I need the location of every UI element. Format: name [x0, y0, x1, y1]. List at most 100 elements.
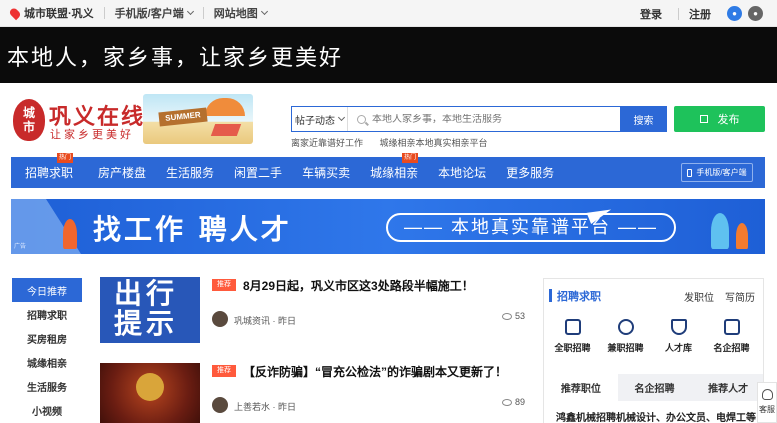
company-icon	[723, 319, 740, 335]
shortcut-parttime[interactable]: 兼职招聘	[601, 319, 650, 354]
shortcut-talent-pool[interactable]: 人才库	[654, 319, 703, 354]
mobile-client-label: 手机版/客户端	[114, 8, 184, 20]
list-item[interactable]: 推荐 【反诈防骗】“冒充公检法”的诈骗剧本又更新了！ 上善若水 · 昨日 89	[100, 363, 528, 423]
list-item[interactable]: 出行提示 推荐 8月29日起，巩义市区这3处路段半幅施工！ 巩城资讯 · 昨日 …	[100, 277, 528, 347]
section-marker	[549, 289, 552, 302]
login-link[interactable]: 登录	[640, 6, 662, 22]
logo-badge-bottom: 市	[22, 120, 35, 134]
hot-term[interactable]: 离家近靠谱好工作	[291, 138, 363, 148]
summer-illustration: SUMMER	[143, 94, 253, 144]
chevron-down-icon	[260, 7, 268, 16]
mobile-client-menu[interactable]: 手机版/客户端	[114, 5, 194, 21]
post-job-link[interactable]: 发职位	[684, 289, 714, 304]
main-nav: 招聘求职 热门 房产楼盘 生活服务 闲置二手 车辆买卖 城缘相亲 热门 本地论坛…	[11, 153, 765, 188]
hot-term[interactable]: 城缘相亲本地真实相亲平台	[380, 138, 488, 148]
article-time: 昨日	[278, 402, 297, 412]
search-input[interactable]	[372, 113, 620, 125]
shortcut-label: 兼职招聘	[607, 343, 644, 353]
tree-icon	[711, 213, 729, 249]
tab-recommended-talent[interactable]: 推荐人才	[691, 374, 763, 401]
search-bar: 帖子动态 搜索	[291, 106, 667, 132]
tab-top-companies[interactable]: 名企招聘	[618, 374, 692, 401]
location-pin-icon	[8, 6, 22, 20]
write-resume-link[interactable]: 写简历	[725, 289, 755, 304]
city-switcher[interactable]: 城市联盟·巩义	[8, 5, 94, 21]
divider	[103, 7, 105, 19]
recruit-panel-title[interactable]: 招聘求职	[557, 288, 601, 304]
top-bar: 城市联盟·巩义 手机版/客户端 网站地图 登录 注册 ● ●	[0, 0, 777, 27]
nav-item-second-hand[interactable]: 闲置二手	[234, 164, 282, 181]
ad-slogan-pill: —— 本地真实靠谱平台 ——	[386, 213, 677, 242]
divider	[678, 7, 679, 20]
user-clock-icon	[617, 319, 634, 335]
sitemap-label: 网站地图	[213, 8, 258, 20]
sitemap-menu[interactable]: 网站地图	[213, 5, 268, 21]
slogan-banner: 本地人，家乡事，让家乡更美好	[0, 27, 777, 83]
chevron-down-icon	[186, 7, 194, 16]
nav-item-dating[interactable]: 城缘相亲 热门	[370, 153, 419, 181]
nav-item-life-services[interactable]: 生活服务	[166, 164, 214, 181]
tab-recommended-jobs[interactable]: 推荐职位	[544, 374, 618, 401]
wechat-login-icon[interactable]: ●	[727, 6, 742, 21]
nav-item-housing[interactable]: 房产楼盘	[98, 164, 146, 181]
article-title[interactable]: 【反诈防骗】“冒充公检法”的诈骗剧本又更新了！	[243, 363, 507, 380]
nav-item-vehicles[interactable]: 车辆买卖	[302, 164, 350, 181]
article-meta: 巩城资讯 · 昨日	[234, 316, 297, 326]
city-label: 城市联盟·巩义	[24, 8, 94, 20]
recruit-panel: 招聘求职 发职位 写简历 全职招聘 兼职招聘 人才库 名企招聘 推荐职位 名企招…	[543, 278, 764, 423]
article-thumbnail[interactable]: 出行提示	[100, 277, 200, 343]
side-nav-dating[interactable]: 城缘相亲	[12, 350, 82, 374]
shortcut-label: 全职招聘	[554, 343, 591, 353]
hot-badge: 热门	[402, 153, 419, 163]
shortcut-label: 名企招聘	[713, 343, 750, 353]
briefcase-icon	[564, 319, 581, 335]
qq-login-icon[interactable]: ●	[748, 6, 763, 21]
register-link[interactable]: 注册	[689, 6, 711, 22]
side-nav-short-video[interactable]: 小视频	[12, 398, 82, 422]
nav-item-more[interactable]: 更多服务	[506, 164, 554, 181]
police-emblem-icon	[136, 373, 164, 401]
beach-chair-icon	[210, 124, 242, 136]
customer-service-label: 客服	[759, 405, 775, 414]
article-title[interactable]: 8月29日起，巩义市区这3处路段半幅施工！	[243, 277, 474, 294]
side-nav-housing[interactable]: 买房租房	[12, 326, 82, 350]
client-download-button[interactable]: 手机版/客户端	[681, 163, 753, 182]
search-button[interactable]: 搜索	[620, 106, 667, 132]
tree-icon	[63, 219, 77, 249]
nav-item-jobs[interactable]: 招聘求职 热门	[25, 153, 74, 181]
article-meta: 上善若水 · 昨日	[234, 402, 297, 412]
article-author: 巩城资讯	[234, 316, 271, 326]
ad-headline: 找工作 聘人才	[93, 213, 292, 246]
avatar	[212, 397, 228, 413]
tree-icon	[736, 223, 748, 249]
site-logo-subtitle: 让家乡更美好	[50, 129, 134, 141]
article-thumbnail[interactable]	[100, 363, 200, 423]
ad-tag: 广告	[14, 244, 27, 250]
side-nav-today[interactable]: 今日推荐	[12, 278, 82, 302]
job-listing[interactable]: 鸿鑫机械招聘机械设计、办公文员、电焊工等	[556, 409, 756, 423]
logo-badge-top: 城	[22, 106, 35, 120]
nav-item-forum[interactable]: 本地论坛	[438, 164, 486, 181]
search-icon	[357, 114, 366, 124]
shortcut-label: 人才库	[664, 343, 692, 353]
recruit-shortcuts: 全职招聘 兼职招聘 人才库 名企招聘	[544, 319, 763, 354]
ad-banner[interactable]: 找工作 聘人才 —— 本地真实靠谱平台 —— 广告	[11, 199, 765, 254]
divider	[202, 7, 204, 19]
search-type-select[interactable]: 帖子动态	[292, 107, 348, 131]
recruit-panel-header: 招聘求职 发职位 写简历	[544, 279, 763, 313]
shortcut-fulltime[interactable]: 全职招聘	[548, 319, 597, 354]
customer-service-button[interactable]: 客服	[757, 382, 777, 423]
shortcut-top-companies[interactable]: 名企招聘	[707, 319, 756, 354]
publish-label: 发布	[717, 114, 740, 126]
side-nav-jobs[interactable]: 招聘求职	[12, 302, 82, 326]
edit-icon	[699, 115, 708, 123]
article-time: 昨日	[278, 316, 297, 326]
graduation-cap-icon	[670, 319, 687, 335]
account-links: 登录 注册 ● ●	[640, 0, 777, 27]
headset-icon	[761, 389, 773, 400]
nav-item-label: 城缘相亲	[370, 166, 419, 180]
client-download-label: 手机版/客户端	[696, 168, 747, 177]
side-nav-life-services[interactable]: 生活服务	[12, 374, 82, 398]
logo-badge[interactable]: 城 市	[13, 99, 45, 141]
publish-button[interactable]: 发布	[674, 106, 765, 132]
